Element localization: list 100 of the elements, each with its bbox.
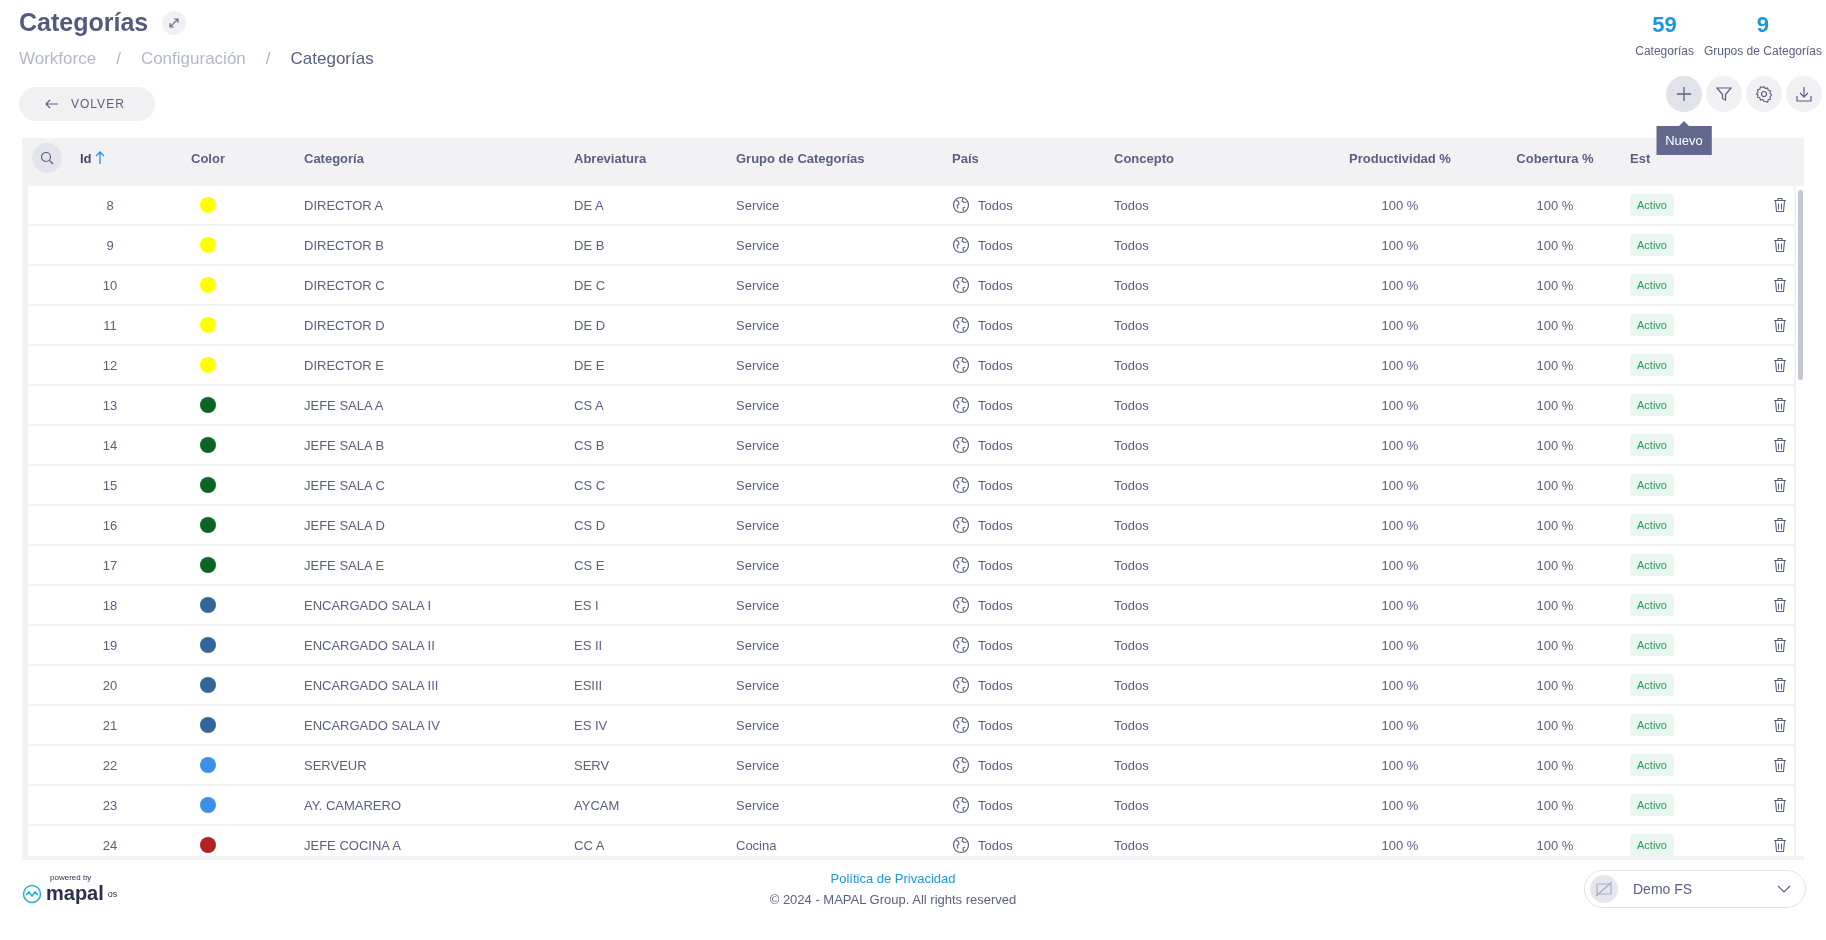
table-cell: Service	[736, 277, 780, 293]
delete-button[interactable]	[1773, 677, 1787, 693]
delete-button[interactable]	[1773, 317, 1787, 333]
table-cell: 9	[106, 237, 114, 253]
delete-button[interactable]	[1773, 357, 1787, 373]
privacy-link[interactable]: Política de Privacidad	[830, 871, 956, 886]
table-cell: 100 %	[1381, 717, 1419, 733]
search-button[interactable]	[32, 143, 62, 173]
table-cell: 100 %	[1536, 397, 1574, 413]
table-cell: Todos	[1114, 597, 1149, 613]
globe-icon	[952, 636, 970, 654]
breadcrumb-separator: /	[265, 49, 271, 69]
table-cell: ES I	[574, 597, 599, 613]
table-cell: DIRECTOR D	[304, 317, 385, 333]
table-cell: 12	[102, 357, 118, 373]
delete-button[interactable]	[1773, 197, 1787, 213]
table-cell: 100 %	[1536, 197, 1574, 213]
expand-arrows-icon	[168, 16, 181, 29]
table-cell: 100 %	[1381, 797, 1419, 813]
trash-icon	[1773, 397, 1787, 413]
status-badge: Activo	[1630, 434, 1674, 456]
delete-button[interactable]	[1773, 837, 1787, 853]
table-cell: Todos	[1114, 677, 1149, 693]
table-cell: 100 %	[1381, 477, 1419, 493]
trash-icon	[1773, 797, 1787, 813]
delete-button[interactable]	[1773, 797, 1787, 813]
status-badge: Activo	[1630, 194, 1674, 216]
table-cell: AYCAM	[574, 797, 620, 813]
trash-icon	[1773, 357, 1787, 373]
logo-icon	[22, 883, 42, 904]
status-badge: Activo	[1630, 474, 1674, 496]
trash-icon	[1773, 517, 1787, 533]
copyright-text: © 2024 - MAPAL Group. All rights reserved	[769, 892, 1017, 907]
table-cell: 13	[102, 397, 118, 413]
status-badge: Activo	[1630, 314, 1674, 336]
table-cell: 100 %	[1536, 477, 1574, 493]
search-icon	[40, 151, 54, 165]
table-cell: ENCARGADO SALA II	[304, 637, 435, 653]
table-cell: ES II	[574, 637, 603, 653]
table-cell: CS E	[574, 557, 605, 573]
delete-button[interactable]	[1773, 237, 1787, 253]
table-cell: 15	[102, 477, 118, 493]
table-cell: 18	[102, 597, 118, 613]
table-cell: Todos	[1114, 357, 1149, 373]
delete-button[interactable]	[1773, 477, 1787, 493]
back-button[interactable]: VOLVER	[19, 87, 155, 121]
column-header[interactable]: Est	[1630, 150, 1651, 166]
column-header[interactable]: Abreviatura	[574, 150, 647, 166]
trash-icon	[1773, 437, 1787, 453]
account-selector[interactable]: Demo FS	[1584, 870, 1806, 908]
delete-button[interactable]	[1773, 397, 1787, 413]
delete-button[interactable]	[1773, 517, 1787, 533]
scrollbar[interactable]	[1797, 190, 1803, 380]
breadcrumb-link[interactable]: Categorías	[290, 49, 374, 69]
table-cell: 100 %	[1536, 277, 1574, 293]
column-header[interactable]: Categoría	[304, 150, 364, 166]
table-cell: ENCARGADO SALA IV	[304, 717, 440, 733]
table-cell: AY. CAMARERO	[304, 797, 402, 813]
column-header[interactable]: Color	[191, 150, 225, 166]
delete-button[interactable]	[1773, 557, 1787, 573]
delete-button[interactable]	[1773, 437, 1787, 453]
table-cell: CS D	[574, 517, 606, 533]
download-button[interactable]	[1786, 76, 1822, 112]
add-button[interactable]	[1666, 76, 1702, 112]
filter-button[interactable]	[1706, 76, 1742, 112]
table-cell: 100 %	[1536, 837, 1574, 853]
table-cell: Service	[736, 357, 780, 373]
column-header[interactable]: Id	[80, 150, 92, 166]
table-cell: CS B	[574, 437, 605, 453]
table-cell: 100 %	[1381, 557, 1419, 573]
trash-icon	[1773, 677, 1787, 693]
column-header[interactable]: Concepto	[1114, 150, 1174, 166]
delete-button[interactable]	[1773, 637, 1787, 653]
table-cell: Service	[736, 237, 780, 253]
table-cell: 100 %	[1536, 797, 1574, 813]
table-cell: 100 %	[1381, 397, 1419, 413]
settings-button[interactable]	[1746, 76, 1782, 112]
column-header[interactable]: Cobertura %	[1516, 150, 1594, 166]
column-header[interactable]: Productividad %	[1349, 150, 1451, 166]
table-cell: 100 %	[1536, 637, 1574, 653]
table-cell: 11	[103, 317, 117, 333]
delete-button[interactable]	[1773, 597, 1787, 613]
table-cell: Todos	[978, 677, 1013, 693]
delete-button[interactable]	[1773, 277, 1787, 293]
table-cell: 100 %	[1381, 317, 1419, 333]
plus-icon	[1675, 85, 1693, 103]
column-header[interactable]: País	[952, 150, 979, 166]
table-cell: Todos	[1114, 837, 1149, 853]
arrow-left-icon	[45, 99, 59, 109]
table-cell: DIRECTOR A	[304, 197, 384, 213]
table-cell: Todos	[978, 397, 1013, 413]
globe-icon	[952, 756, 970, 774]
table-cell: Cocina	[736, 837, 777, 853]
trash-icon	[1773, 597, 1787, 613]
column-header[interactable]: Grupo de Categorías	[736, 150, 865, 166]
table-cell: 100 %	[1381, 517, 1419, 533]
delete-button[interactable]	[1773, 717, 1787, 733]
table-cell: JEFE SALA C	[304, 477, 385, 493]
status-badge: Activo	[1630, 274, 1674, 296]
delete-button[interactable]	[1773, 757, 1787, 773]
